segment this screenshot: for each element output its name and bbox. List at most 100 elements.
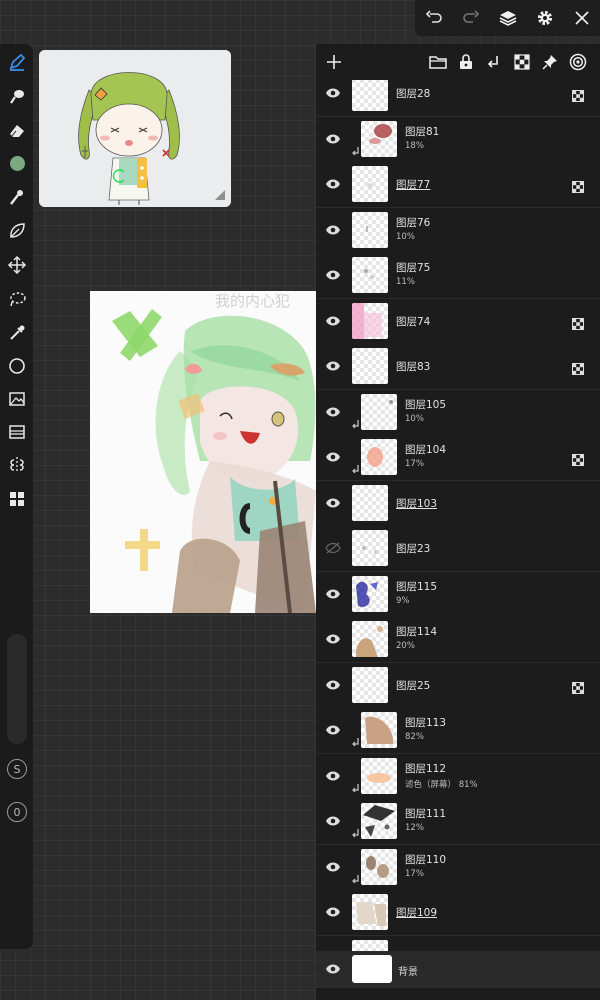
folder-icon[interactable] <box>427 51 449 73</box>
layer-row[interactable]: 图层83 <box>316 344 600 390</box>
layer-row[interactable]: 图层81 18% <box>316 116 600 163</box>
layer-name: 图层104 <box>405 444 447 456</box>
visibility-eye-icon[interactable] <box>323 266 343 284</box>
layers-icon[interactable] <box>496 6 520 30</box>
lasso-tool-icon[interactable] <box>5 287 29 311</box>
layer-thumbnail <box>352 348 388 384</box>
layer-thumbnail <box>352 166 388 202</box>
layer-opacity: 12% <box>405 823 424 833</box>
layer-name: 图层112 <box>405 762 447 775</box>
layer-opacity: 11% <box>396 277 415 287</box>
undo-icon[interactable] <box>422 6 446 30</box>
close-icon[interactable] <box>570 6 594 30</box>
background-layer-row[interactable]: 背景 <box>316 951 600 988</box>
visibility-eye-icon[interactable] <box>323 175 343 193</box>
clip-mask-icon[interactable] <box>483 51 505 73</box>
layer-thumbnail <box>361 439 397 475</box>
visibility-hidden-icon[interactable] <box>323 539 343 557</box>
layer-row[interactable]: 图层23 <box>316 526 600 572</box>
alpha-lock-icon[interactable] <box>572 315 584 330</box>
alpha-lock-icon[interactable] <box>572 360 584 375</box>
layer-name: 图层77 <box>396 179 431 191</box>
alpha-lock-icon[interactable] <box>572 451 584 466</box>
visibility-eye-icon[interactable] <box>323 721 343 739</box>
layer-row[interactable]: 图层109 <box>316 890 600 936</box>
settings-icon[interactable] <box>533 6 557 30</box>
target-icon[interactable] <box>567 51 589 73</box>
layer-thumbnail <box>352 666 388 703</box>
layer-row[interactable]: 图层77 <box>316 162 600 208</box>
visibility-eye-icon[interactable] <box>323 357 343 375</box>
layer-row[interactable]: 图层28 <box>316 80 600 117</box>
image-adjust-icon[interactable] <box>5 387 29 411</box>
visibility-eye-icon[interactable] <box>323 585 343 603</box>
visibility-eye-icon[interactable] <box>323 84 343 102</box>
more-tools-icon[interactable] <box>5 487 29 511</box>
visibility-eye-icon[interactable] <box>323 312 343 330</box>
layer-row[interactable]: 图层113 82% <box>316 708 600 754</box>
brush-tool-icon[interactable] <box>5 50 29 74</box>
layer-thumbnail <box>361 848 397 885</box>
redo-icon[interactable] <box>459 6 483 30</box>
layer-row[interactable]: 图层103 <box>316 480 600 527</box>
transform-tool-icon[interactable] <box>5 253 29 277</box>
eraser-tool-icon[interactable] <box>5 118 29 142</box>
color-swatch[interactable] <box>5 151 29 175</box>
drawing-canvas[interactable]: 我的内心犯 <box>90 291 316 613</box>
layer-row[interactable]: 图层76 10% <box>316 207 600 254</box>
pin-icon[interactable] <box>539 51 561 73</box>
layer-thumbnail <box>352 894 388 930</box>
visibility-eye-icon[interactable] <box>323 767 343 785</box>
visibility-eye-icon[interactable] <box>323 858 343 876</box>
layer-thumbnail <box>352 302 388 339</box>
visibility-eye-icon[interactable] <box>323 812 343 830</box>
artwork: 我的内心犯 <box>90 291 316 613</box>
visibility-eye-icon[interactable] <box>323 221 343 239</box>
shape-tool-icon[interactable] <box>5 354 29 378</box>
clipping-arrow-icon <box>352 465 360 475</box>
layer-row[interactable]: 图层104 17% <box>316 435 600 481</box>
alpha-lock-icon[interactable] <box>572 87 584 102</box>
alpha-lock-icon[interactable] <box>572 178 584 193</box>
layer-thumbnail <box>361 803 397 839</box>
layer-row[interactable]: 图层111 12% <box>316 799 600 845</box>
layer-row[interactable]: 图层75 11% <box>316 253 600 299</box>
alpha-lock-icon[interactable] <box>572 679 584 694</box>
layer-name: 图层105 <box>405 398 447 411</box>
visibility-eye-icon[interactable] <box>323 960 343 978</box>
layers-panel: 图层28 图层81 18% 图层77 图层76 10% 图层75 11% 图层74 图层83 图层1… <box>316 44 600 1000</box>
symmetry-tool-icon[interactable] <box>5 453 29 477</box>
reference-window[interactable] <box>39 50 231 207</box>
layer-row[interactable]: 图层110 17% <box>316 844 600 891</box>
layer-row[interactable]: 图层25 <box>316 662 600 709</box>
layer-opacity: 滤色（屏幕） 81% <box>405 779 478 790</box>
layer-row[interactable]: 图层105 10% <box>316 389 600 436</box>
layer-thumbnail <box>361 757 397 794</box>
visibility-eye-icon[interactable] <box>323 903 343 921</box>
visibility-eye-icon[interactable] <box>323 403 343 421</box>
layer-row[interactable]: 图层114 20% <box>316 617 600 663</box>
layer-opacity: 20% <box>396 641 415 651</box>
layer-row[interactable]: 图层115 9% <box>316 571 600 618</box>
eyedropper-tool-icon[interactable] <box>5 321 29 345</box>
lock-icon[interactable] <box>455 51 477 73</box>
layer-name: 图层23 <box>396 543 431 555</box>
filter-tool-icon[interactable] <box>5 420 29 444</box>
layer-thumbnail <box>352 955 392 983</box>
layer-name: 图层115 <box>396 580 438 593</box>
brush-settings-icon[interactable] <box>5 185 29 209</box>
visibility-eye-icon[interactable] <box>323 130 343 148</box>
visibility-eye-icon[interactable] <box>323 494 343 512</box>
smudge-tool-icon[interactable] <box>5 84 29 108</box>
s-button[interactable]: S <box>7 759 27 779</box>
brush-size-slider[interactable] <box>7 634 27 744</box>
leaf-brush-icon[interactable] <box>5 219 29 243</box>
visibility-eye-icon[interactable] <box>323 448 343 466</box>
visibility-eye-icon[interactable] <box>323 676 343 694</box>
alpha-lock-icon[interactable] <box>511 51 533 73</box>
add-layer-icon[interactable] <box>323 51 345 73</box>
o-button[interactable]: 0 <box>7 802 27 822</box>
visibility-eye-icon[interactable] <box>323 630 343 648</box>
layer-row[interactable]: 图层74 <box>316 298 600 345</box>
layer-row[interactable]: 图层112 滤色（屏幕） 81% <box>316 753 600 800</box>
